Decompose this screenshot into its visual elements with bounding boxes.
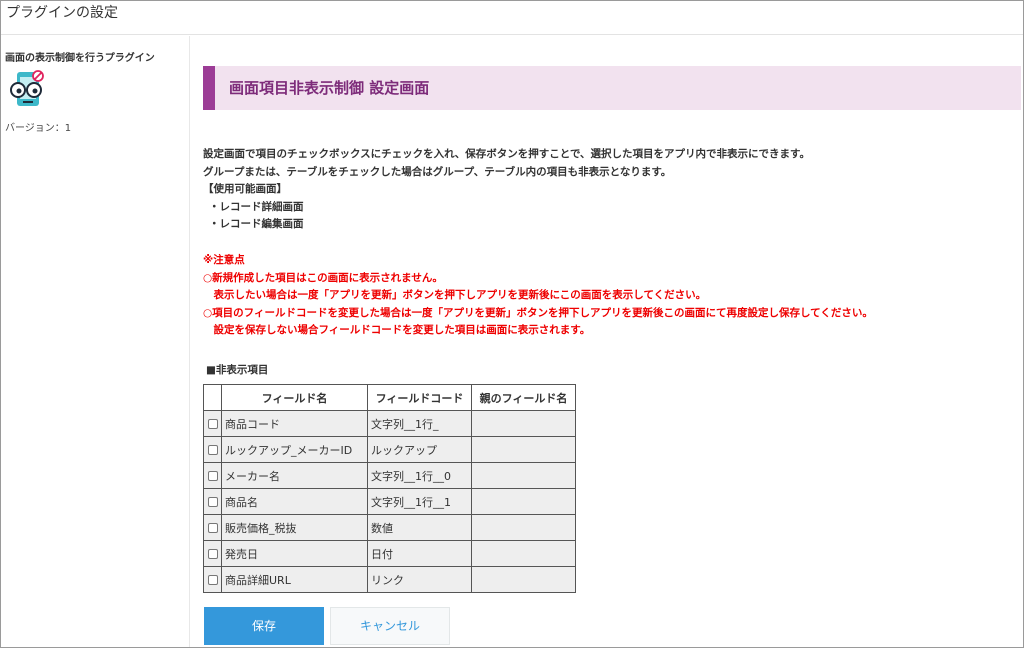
- field-code-cell: 文字列__1行_: [367, 410, 472, 437]
- hidden-fields-table: フィールド名 フィールドコード 親のフィールド名 商品コード 文字列__1行_ …: [203, 384, 576, 593]
- notice: ※注意点 ○新規作成した項目はこの画面に表示されません。 表示したい場合は一度「…: [203, 252, 873, 340]
- field-name-cell: 販売価格_税抜: [221, 514, 368, 541]
- sidebar: 画面の表示制御を行うプラグイン バージョン：1: [1, 36, 190, 647]
- description-line: 設定画面で項目のチェックボックスにチェックを入れ、保存ボタンを押すことで、選択し…: [203, 148, 811, 160]
- table-row: 商品詳細URL リンク: [203, 566, 576, 593]
- field-code-cell: ルックアップ: [367, 436, 472, 463]
- field-code-cell: リンク: [367, 566, 472, 593]
- row-checkbox[interactable]: [207, 471, 218, 481]
- table-row: 発売日 日付: [203, 540, 576, 567]
- page-title: プラグインの設定: [6, 5, 118, 21]
- row-checkbox[interactable]: [207, 497, 218, 507]
- notice-line: 表示したい場合は一度「アプリを更新」ボタンを押下しアプリを更新後にこの画面を表示…: [203, 289, 707, 301]
- row-checkbox[interactable]: [207, 419, 218, 429]
- field-name-cell: 商品詳細URL: [221, 566, 368, 593]
- notice-line: ※注意点: [203, 254, 245, 266]
- notice-line: 設定を保存しない場合フィールドコードを変更した項目は画面に表示されます。: [203, 324, 591, 336]
- description: 設定画面で項目のチェックボックスにチェックを入れ、保存ボタンを押すことで、選択し…: [203, 146, 810, 234]
- field-code-cell: 日付: [367, 540, 472, 567]
- table-row: 商品コード 文字列__1行_: [203, 410, 576, 437]
- cancel-button[interactable]: キャンセル: [330, 607, 450, 645]
- description-line: ・レコード詳細画面: [209, 200, 304, 213]
- column-header-field-code: フィールドコード: [367, 384, 472, 411]
- plugin-name: 画面の表示制御を行うプラグイン: [5, 53, 155, 64]
- parent-field-cell: [471, 488, 576, 515]
- row-checkbox[interactable]: [207, 549, 218, 559]
- field-name-cell: ルックアップ_メーカーID: [221, 436, 368, 463]
- column-header-field-name: フィールド名: [221, 384, 368, 411]
- parent-field-cell: [471, 436, 576, 463]
- field-name-cell: メーカー名: [221, 462, 368, 489]
- eye-slash-icon: [9, 70, 49, 110]
- field-name-cell: 商品名: [221, 488, 368, 515]
- description-line: 【使用可能画面】: [203, 183, 287, 195]
- field-name-cell: 発売日: [221, 540, 368, 567]
- parent-field-cell: [471, 462, 576, 489]
- save-button[interactable]: 保存: [204, 607, 324, 645]
- notice-line: ○項目のフィールドコードを変更した場合は一度「アプリを更新」ボタンを押下しアプリ…: [203, 306, 873, 319]
- parent-field-cell: [471, 540, 576, 567]
- settings-title-bar: 画面項目非表示制御 設定画面: [203, 66, 1021, 110]
- settings-title: 画面項目非表示制御 設定画面: [229, 79, 430, 97]
- checkbox-header: [203, 384, 222, 411]
- table-row: メーカー名 文字列__1行__0: [203, 462, 576, 489]
- field-name-cell: 商品コード: [221, 410, 368, 437]
- row-checkbox[interactable]: [207, 445, 218, 455]
- field-code-cell: 文字列__1行__0: [367, 462, 472, 489]
- notice-line: ○新規作成した項目はこの画面に表示されません。: [203, 271, 443, 284]
- row-checkbox[interactable]: [207, 575, 218, 585]
- description-line: ・レコード編集画面: [209, 218, 304, 230]
- page-header: プラグインの設定: [1, 1, 1023, 35]
- table-row: 商品名 文字列__1行__1: [203, 488, 576, 515]
- row-checkbox[interactable]: [207, 523, 218, 533]
- plugin-version: バージョン：1: [5, 123, 72, 134]
- table-row: ルックアップ_メーカーID ルックアップ: [203, 436, 576, 463]
- field-code-cell: 文字列__1行__1: [367, 488, 472, 515]
- hidden-items-label: ■非表示項目: [206, 364, 269, 376]
- column-header-parent-field: 親のフィールド名: [471, 384, 576, 411]
- description-line: グループまたは、テーブルをチェックした場合はグループ、テーブル内の項目も非表示と…: [203, 165, 672, 178]
- parent-field-cell: [471, 410, 576, 437]
- parent-field-cell: [471, 514, 576, 541]
- parent-field-cell: [471, 566, 576, 593]
- table-header-row: フィールド名 フィールドコード 親のフィールド名: [203, 384, 576, 411]
- table-row: 販売価格_税抜 数値: [203, 514, 576, 541]
- field-code-cell: 数値: [367, 514, 472, 541]
